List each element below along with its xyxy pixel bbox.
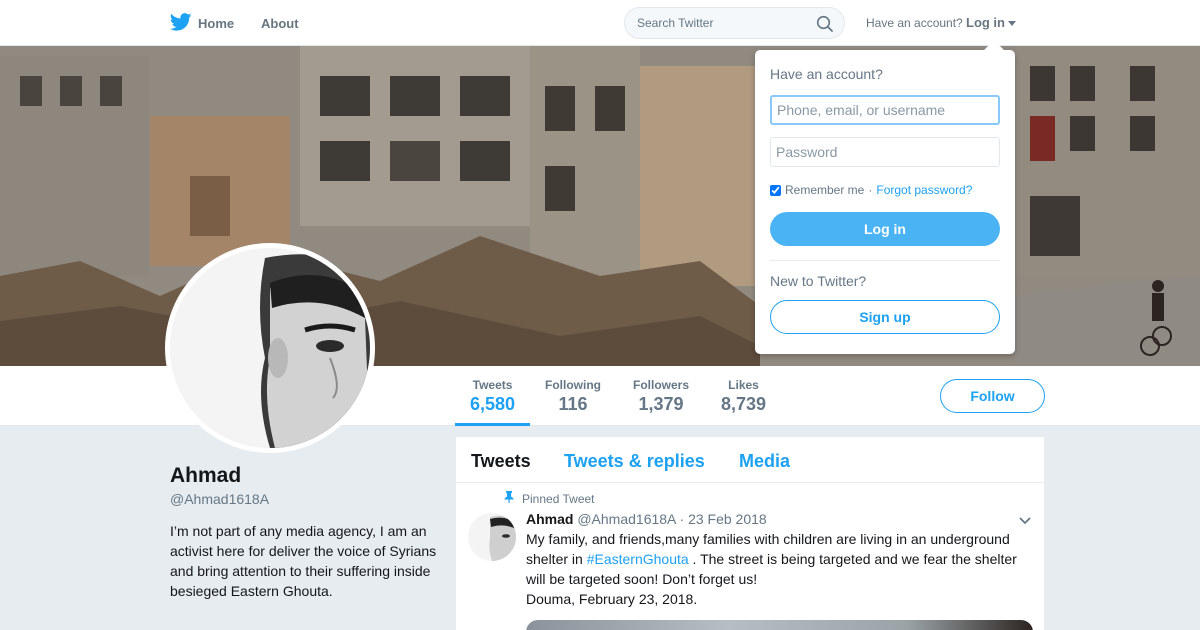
avatar-photo — [170, 248, 370, 448]
password-field[interactable] — [770, 137, 1000, 167]
stat-following-label: Following — [545, 378, 601, 392]
tweet-header: Ahmad @Ahmad1618A · 23 Feb 2018 — [526, 511, 767, 527]
active-stat-underline — [455, 423, 530, 426]
remember-me-row: Remember me · Forgot password? — [770, 183, 972, 197]
tweet-header-separator: · — [679, 511, 685, 527]
remember-me-checkbox[interactable] — [770, 184, 781, 196]
stat-followers-value: 1,379 — [638, 394, 684, 414]
new-to-twitter-text: New to Twitter? — [770, 273, 867, 289]
tab-tweets[interactable]: Tweets — [471, 451, 531, 472]
stat-followers-label: Followers — [633, 378, 690, 392]
login-link-label: Log in — [966, 15, 1005, 30]
tweet-author-avatar[interactable] — [468, 513, 516, 561]
timeline-panel: Tweets Tweets & replies Media Pinned Twe… — [456, 437, 1044, 630]
pin-icon — [504, 491, 514, 506]
remember-me-label[interactable]: Remember me — [785, 183, 864, 197]
login-dropdown-title: Have an account? — [770, 66, 883, 82]
pinned-tweet-indicator: Pinned Tweet — [504, 491, 595, 506]
caret-down-icon — [1008, 15, 1016, 30]
forgot-password-link[interactable]: Forgot password? — [876, 183, 972, 197]
login-dropdown: Have an account? Remember me · Forgot pa… — [755, 40, 1015, 354]
login-button[interactable]: Log in — [770, 212, 1000, 246]
profile-handle[interactable]: @Ahmad1618A — [170, 491, 269, 507]
top-navigation-bar: Home About Have an account? Log in — [0, 0, 1200, 46]
tab-media[interactable]: Media — [739, 451, 790, 472]
nav-home-label: Home — [198, 16, 235, 31]
stat-tweets-value: 6,580 — [470, 394, 516, 414]
tweet-date[interactable]: 23 Feb 2018 — [688, 511, 767, 527]
username-field[interactable] — [770, 95, 1000, 125]
twitter-bird-icon — [169, 13, 192, 34]
timeline-tabs: Tweets Tweets & replies Media — [456, 437, 1044, 483]
tab-tweets-replies[interactable]: Tweets & replies — [564, 451, 705, 472]
have-account-text: Have an account? — [866, 16, 963, 30]
pinned-tweet-label: Pinned Tweet — [522, 491, 595, 506]
tweet-media-image[interactable] — [526, 620, 1033, 630]
stat-likes[interactable]: Likes 8,739 — [721, 378, 766, 415]
stat-following-value: 116 — [558, 394, 588, 414]
stat-following[interactable]: Following 116 — [545, 378, 601, 415]
remember-separator: · — [868, 183, 873, 197]
stat-tweets[interactable]: Tweets 6,580 — [470, 378, 515, 415]
profile-bio: I’m not part of any media agency, I am a… — [170, 523, 437, 599]
nav-about-link[interactable]: About — [261, 16, 299, 31]
tweet-author-handle[interactable]: @Ahmad1618A — [577, 511, 675, 527]
search-icon[interactable] — [816, 15, 834, 38]
stat-followers[interactable]: Followers 1,379 — [633, 378, 689, 415]
stat-likes-label: Likes — [728, 378, 759, 392]
stat-likes-value: 8,739 — [721, 394, 767, 414]
profile-name[interactable]: Ahmad — [170, 464, 241, 488]
tweet-text: My family, and friends,many families wit… — [526, 529, 1031, 609]
profile-avatar[interactable] — [165, 243, 375, 453]
nav-home-link[interactable]: Home — [169, 13, 235, 34]
login-dropdown-toggle[interactable]: Log in — [966, 15, 1016, 30]
follow-button[interactable]: Follow — [940, 379, 1045, 413]
stat-tweets-label: Tweets — [472, 378, 513, 392]
tweet-text-location: Douma, February 23, 2018. — [526, 591, 698, 607]
hashtag-link[interactable]: #EasternGhouta — [587, 551, 689, 567]
search-input[interactable] — [637, 16, 807, 30]
tweet-author-name[interactable]: Ahmad — [526, 511, 573, 527]
dropdown-divider — [770, 260, 1000, 261]
signup-button[interactable]: Sign up — [770, 300, 1000, 334]
search-box[interactable] — [624, 7, 845, 39]
